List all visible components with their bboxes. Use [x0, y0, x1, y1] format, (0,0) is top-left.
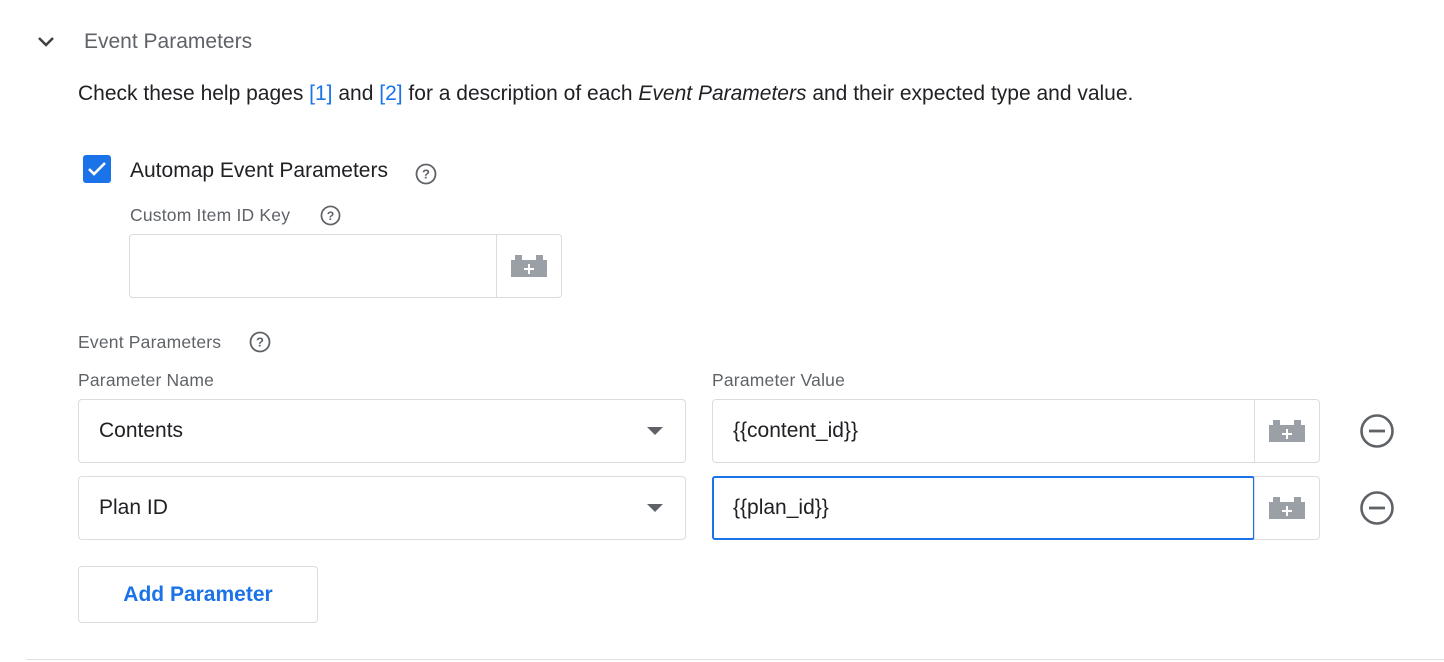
- svg-text:?: ?: [256, 335, 264, 350]
- section-divider: [26, 659, 1444, 660]
- custom-item-id-label: Custom Item ID Key: [130, 205, 291, 225]
- insert-variable-button[interactable]: [1254, 477, 1319, 539]
- parameter-name-header: Parameter Name: [78, 370, 215, 390]
- help-icon[interactable]: ?: [415, 163, 437, 185]
- svg-text:?: ?: [422, 167, 430, 182]
- variable-block-icon: [1269, 497, 1305, 519]
- variable-block-icon: [1269, 420, 1305, 442]
- variable-block-icon: [511, 255, 547, 277]
- automap-checkbox[interactable]: [83, 155, 111, 183]
- insert-variable-button[interactable]: [1254, 400, 1319, 462]
- remove-row-icon[interactable]: [1359, 413, 1395, 449]
- event-params-label: Event Parameters: [78, 332, 222, 352]
- checkmark-icon: [88, 162, 106, 176]
- parameter-name-value: Plan ID: [99, 496, 168, 519]
- help-description: Check these help pages [1] and [2] for a…: [78, 82, 1134, 105]
- svg-text:?: ?: [327, 209, 335, 223]
- help-link-1[interactable]: [1]: [309, 82, 332, 105]
- remove-row-icon[interactable]: [1359, 490, 1395, 526]
- dropdown-arrow-icon: [647, 504, 663, 512]
- collapse-section-button[interactable]: [30, 26, 62, 58]
- parameter-value-text: {{content_id}}: [733, 419, 858, 442]
- parameter-name-value: Contents: [99, 419, 184, 442]
- help-icon[interactable]: ?: [249, 331, 271, 353]
- custom-item-id-field[interactable]: [129, 234, 562, 298]
- parameter-value-field[interactable]: {{plan_id}}: [712, 476, 1320, 540]
- help-icon[interactable]: ?: [320, 205, 341, 226]
- help-link-2[interactable]: [2]: [379, 82, 402, 105]
- parameter-name-select[interactable]: Plan ID: [78, 476, 686, 540]
- section-title: Event Parameters: [84, 30, 253, 53]
- insert-variable-button[interactable]: [496, 235, 561, 297]
- parameter-value-text: {{plan_id}}: [733, 496, 829, 519]
- parameter-value-header: Parameter Value: [712, 370, 846, 390]
- dropdown-arrow-icon: [647, 427, 663, 435]
- automap-label: Automap Event Parameters: [130, 159, 388, 182]
- chevron-down-icon: [38, 37, 54, 47]
- parameter-value-field[interactable]: {{content_id}}: [712, 399, 1320, 463]
- add-parameter-button[interactable]: Add Parameter: [78, 566, 318, 623]
- parameter-name-select[interactable]: Contents: [78, 399, 686, 463]
